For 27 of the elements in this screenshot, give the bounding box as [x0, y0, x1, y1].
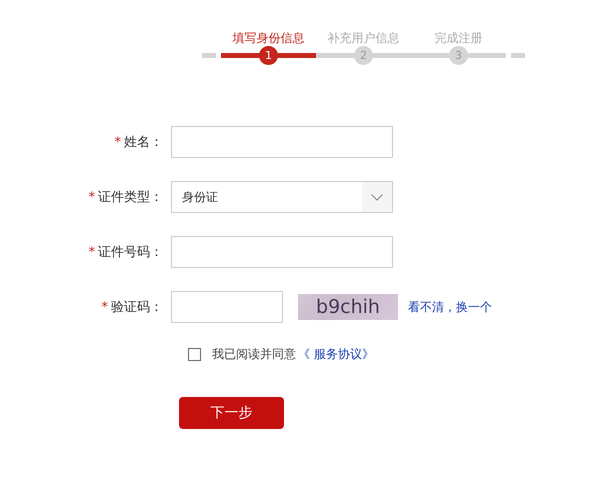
step-number: 3: [449, 46, 468, 65]
terms-link[interactable]: 《 服务协议》: [298, 346, 374, 363]
field-label: 证件类型：: [98, 190, 163, 205]
step-label: 补充用户信息: [328, 30, 400, 47]
required-mark: *: [114, 135, 121, 150]
step-number: 1: [259, 46, 278, 65]
step-bar: [511, 53, 525, 58]
checkbox[interactable]: [188, 348, 201, 361]
field-label: 证件号码：: [98, 245, 163, 260]
captcha-image: b9chih: [298, 294, 398, 320]
step-label: 填写身份信息: [232, 30, 304, 47]
chevron-down-icon: [371, 194, 383, 200]
input-field[interactable]: [171, 291, 283, 323]
next-button[interactable]: 下一步: [179, 397, 284, 429]
field-label: 验证码：: [111, 300, 163, 315]
required-mark: *: [88, 245, 95, 260]
dropdown[interactable]: 身份证: [171, 181, 393, 213]
required-mark: *: [102, 300, 108, 315]
field-label: 姓名：: [124, 135, 163, 150]
input-field[interactable]: [171, 236, 393, 268]
step-number: 2: [354, 46, 373, 65]
step-label: 完成注册: [434, 30, 482, 47]
agreement-text: 我已阅读并同意: [212, 346, 296, 363]
input-field[interactable]: [171, 126, 393, 158]
step-bar: [202, 53, 216, 58]
refresh-captcha-link[interactable]: 看不清，换一个: [408, 298, 492, 316]
required-mark: *: [88, 190, 95, 205]
